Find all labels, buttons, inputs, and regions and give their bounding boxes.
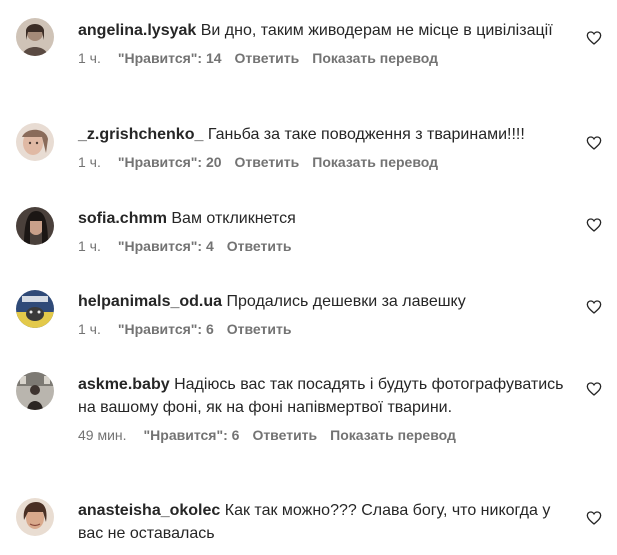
reply-button[interactable]: Ответить — [227, 321, 292, 337]
heart-outline-icon[interactable] — [586, 510, 602, 526]
comment-text-block: anasteisha_okolec Как так можно??? Слава… — [78, 499, 573, 545]
comment-text: Ви дно, таким живодерам не місце в цивіл… — [200, 22, 553, 39]
reply-button[interactable]: Ответить — [227, 238, 292, 254]
comment-likes[interactable]: "Нравится": 20 — [118, 154, 222, 170]
comment-time[interactable]: 1 ч. — [78, 321, 101, 337]
comment-username[interactable]: angelina.lysyak — [78, 22, 196, 39]
comment-username[interactable]: sofia.chmm — [78, 210, 167, 227]
comment-meta: 1 ч. "Нравится": 4 Ответить — [78, 238, 573, 254]
comment-meta: 49 мин. "Нравится": 6 Ответить Показать … — [78, 427, 573, 443]
avatar[interactable] — [16, 123, 54, 161]
heart-outline-icon[interactable] — [586, 135, 602, 151]
show-translation-button[interactable]: Показать перевод — [312, 50, 438, 66]
comment-text-block: sofia.chmm Вам откликнется — [78, 207, 573, 230]
comments-list: angelina.lysyak Ви дно, таким живодерам … — [0, 0, 617, 555]
comment-username[interactable]: helpanimals_od.ua — [78, 293, 222, 310]
avatar[interactable] — [16, 207, 54, 245]
heart-outline-icon[interactable] — [586, 30, 602, 46]
comment-text-block: angelina.lysyak Ви дно, таким живодерам … — [78, 19, 573, 42]
comment-text: Продались дешевки за лавешку — [226, 293, 466, 310]
show-translation-button[interactable]: Показать перевод — [330, 427, 456, 443]
comment-meta: 1 ч. "Нравится": 6 Ответить — [78, 321, 573, 337]
comment-username[interactable]: _z.grishchenko_ — [78, 126, 203, 143]
comment-likes[interactable]: "Нравится": 6 — [118, 321, 214, 337]
comment-time[interactable]: 1 ч. — [78, 238, 101, 254]
comment-text-block: _z.grishchenko_ Ганьба за таке поводженн… — [78, 123, 573, 146]
avatar[interactable] — [16, 498, 54, 536]
reply-button[interactable]: Ответить — [252, 427, 317, 443]
comment-username[interactable]: askme.baby — [78, 376, 170, 393]
comment-time[interactable]: 1 ч. — [78, 50, 101, 66]
avatar[interactable] — [16, 18, 54, 56]
comment-username[interactable]: anasteisha_okolec — [78, 502, 220, 519]
comment-likes[interactable]: "Нравится": 4 — [118, 238, 214, 254]
comment-meta: 1 ч. "Нравится": 14 Ответить Показать пе… — [78, 50, 573, 66]
reply-button[interactable]: Ответить — [235, 50, 300, 66]
avatar[interactable] — [16, 372, 54, 410]
comment-text: Вам откликнется — [171, 210, 296, 227]
comment-time[interactable]: 49 мин. — [78, 427, 127, 443]
comment-text-block: helpanimals_od.ua Продались дешевки за л… — [78, 290, 573, 313]
heart-outline-icon[interactable] — [586, 381, 602, 397]
comment-text-block: askme.baby Надіюсь вас так посадять і бу… — [78, 373, 573, 419]
avatar[interactable] — [16, 290, 54, 328]
heart-outline-icon[interactable] — [586, 217, 602, 233]
comment-meta: 1 ч. "Нравится": 20 Ответить Показать пе… — [78, 154, 573, 170]
comment-likes[interactable]: "Нравится": 6 — [144, 427, 240, 443]
show-translation-button[interactable]: Показать перевод — [312, 154, 438, 170]
comment-time[interactable]: 1 ч. — [78, 154, 101, 170]
reply-button[interactable]: Ответить — [235, 154, 300, 170]
comment-likes[interactable]: "Нравится": 14 — [118, 50, 222, 66]
heart-outline-icon[interactable] — [586, 299, 602, 315]
comment-text: Ганьба за таке поводження з тваринами!!!… — [207, 126, 525, 143]
